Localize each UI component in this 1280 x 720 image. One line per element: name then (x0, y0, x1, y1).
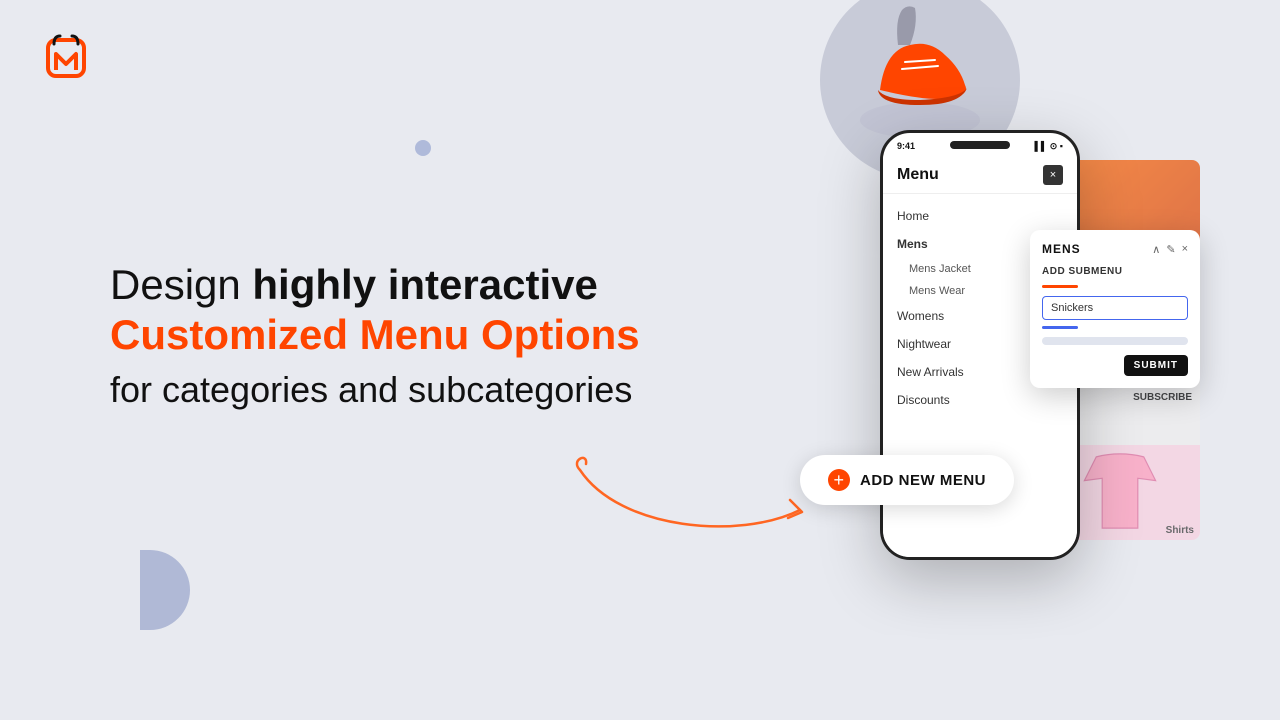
decorative-half-circle (140, 550, 190, 630)
submenu-popup-title: MENS (1042, 242, 1081, 256)
plus-icon: + (828, 469, 850, 491)
hero-line1-bold: highly interactive (252, 261, 597, 308)
submenu-popup-header: MENS ∧ ✎ × (1042, 242, 1188, 256)
shirts-label: Shirts (1166, 525, 1194, 536)
edit-icon[interactable]: ✎ (1166, 243, 1175, 256)
submenu-empty-field (1042, 337, 1188, 345)
submenu-input-field[interactable] (1042, 296, 1188, 320)
add-new-menu-button[interactable]: + ADD NEW MENU (800, 455, 1014, 505)
add-submenu-label: ADD SUBMENU (1042, 266, 1188, 277)
menu-close-button[interactable]: × (1043, 165, 1063, 185)
hero-text: Design highly interactive Customized Men… (110, 260, 770, 415)
hero-line3: for categories and subcategories (110, 365, 770, 415)
submit-button[interactable]: SUBMIT (1124, 355, 1188, 376)
red-accent-line (1042, 285, 1078, 288)
collapse-icon[interactable]: ∧ (1152, 243, 1160, 256)
status-icons: ▌▌ ⊙ ▪ (1035, 141, 1064, 152)
hero-line2: Customized Menu Options (110, 310, 770, 360)
decorative-arrow (560, 450, 820, 550)
add-new-menu-label: ADD NEW MENU (860, 472, 986, 489)
logo (40, 32, 92, 84)
menu-item-discounts[interactable]: Discounts (883, 386, 1077, 414)
phone-notch (950, 141, 1010, 149)
blue-accent-line (1042, 326, 1078, 329)
submenu-popup-actions: ∧ ✎ × (1152, 243, 1188, 256)
status-time: 9:41 (897, 141, 915, 151)
close-popup-icon[interactable]: × (1182, 243, 1188, 255)
menu-title: Menu (897, 166, 939, 184)
submenu-popup: MENS ∧ ✎ × ADD SUBMENU SUBMIT (1030, 230, 1200, 388)
hero-line1-regular: Design (110, 261, 252, 308)
decorative-dot (415, 140, 431, 156)
menu-header: Menu × (883, 155, 1077, 194)
menu-item-home[interactable]: Home (883, 202, 1077, 230)
